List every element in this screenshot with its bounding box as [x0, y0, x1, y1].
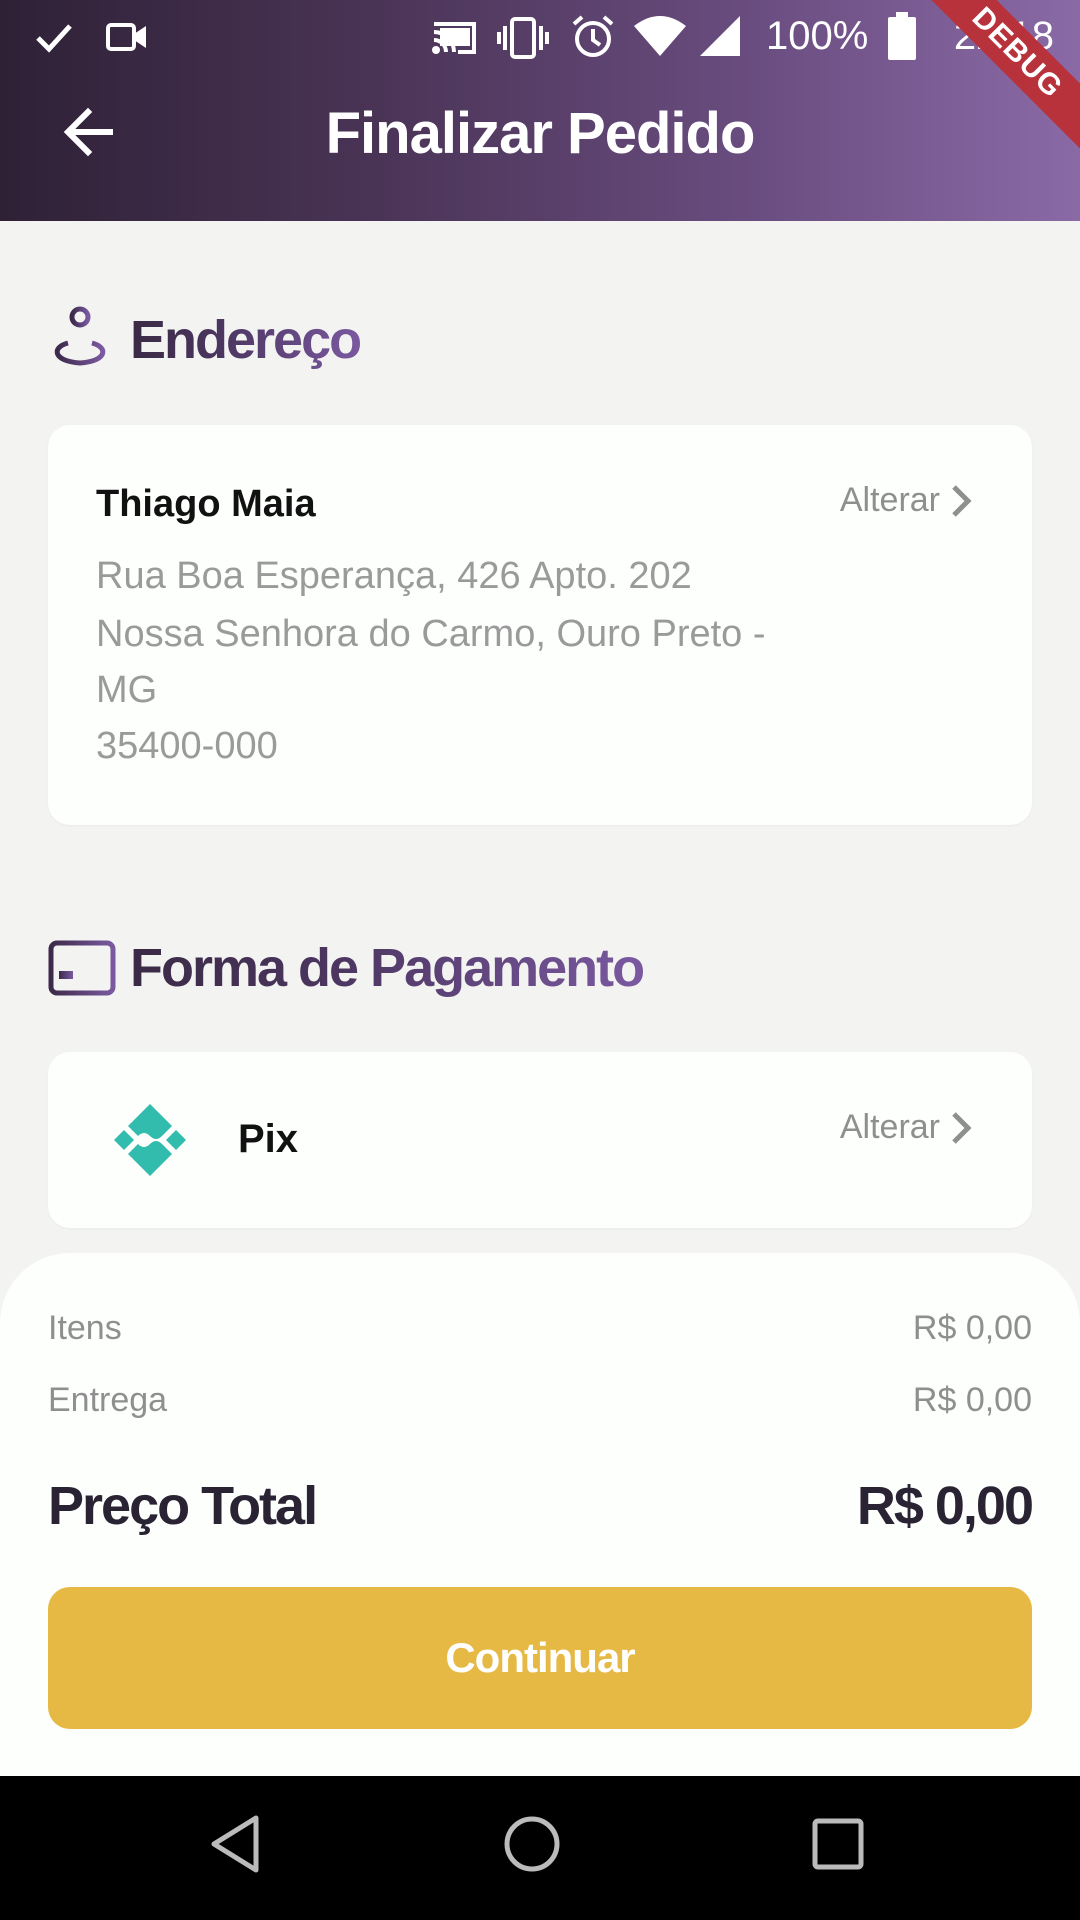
address-change-label: Alterar — [839, 481, 940, 519]
payment-method-label: Pix — [238, 1117, 299, 1161]
cast-icon — [432, 22, 476, 54]
wifi-icon — [634, 16, 686, 56]
payment-section-title: Forma de Pagamento — [130, 938, 645, 998]
address-section-title: Endereço — [130, 310, 362, 370]
location-pin-icon — [54, 306, 106, 366]
payment-card: Pix Alterar — [48, 1052, 1032, 1228]
credit-card-icon — [48, 940, 116, 996]
address-line: Rua Boa Esperança, 426 Apto. 202 — [96, 555, 692, 597]
delivery-value: R$ 0,00 — [912, 1381, 1032, 1419]
items-row: Itens R$ 0,00 — [48, 1309, 1032, 1348]
address-card: Thiago Maia Alterar Rua Boa Esperança, 4… — [48, 425, 1032, 825]
delivery-row: Entrega R$ 0,00 — [48, 1381, 1032, 1420]
nav-recents-icon[interactable] — [810, 1812, 866, 1876]
battery-icon — [888, 12, 916, 60]
total-row: Preço Total R$ 0,00 — [48, 1475, 1034, 1537]
check-icon — [36, 24, 72, 53]
delivery-label: Entrega — [48, 1381, 168, 1419]
payment-change-label: Alterar — [839, 1108, 940, 1146]
payment-change-button[interactable]: Alterar — [840, 1108, 974, 1147]
items-label: Itens — [48, 1309, 122, 1347]
battery-percent: 100% — [766, 14, 869, 58]
status-bar: 100% 22:18 — [0, 0, 1080, 76]
alarm-icon — [572, 15, 614, 57]
total-value: R$ 0,00 — [856, 1476, 1034, 1536]
address-line: 35400-000 — [96, 725, 278, 767]
chevron-right-icon — [952, 1111, 972, 1144]
signal-icon — [700, 16, 740, 56]
address-line: Nossa Senhora do Carmo, Ouro Preto - — [96, 613, 766, 655]
continue-button[interactable]: Continuar — [48, 1587, 1032, 1729]
payment-section-header: Forma de Pagamento — [48, 928, 645, 1008]
system-nav-bar — [0, 1776, 1080, 1920]
address-change-button[interactable]: Alterar — [840, 481, 974, 520]
address-section-header: Endereço — [48, 300, 362, 380]
order-summary-sheet: Itens R$ 0,00 Entrega R$ 0,00 Preço Tota… — [0, 1253, 1080, 1776]
pix-logo-icon — [114, 1104, 186, 1176]
video-icon — [106, 23, 146, 51]
vibrate-icon — [497, 17, 549, 59]
page-title: Finalizar Pedido — [325, 101, 756, 166]
nav-back-icon[interactable] — [206, 1812, 266, 1876]
address-line: MG — [96, 669, 158, 711]
address-recipient-name: Thiago Maia — [96, 483, 316, 525]
total-label: Preço Total — [48, 1476, 318, 1536]
app-bar: 100% 22:18 DEBUG Finalizar Pedido — [0, 0, 1080, 221]
chevron-right-icon — [952, 484, 972, 517]
items-value: R$ 0,00 — [912, 1309, 1032, 1347]
nav-home-icon[interactable] — [500, 1812, 564, 1876]
